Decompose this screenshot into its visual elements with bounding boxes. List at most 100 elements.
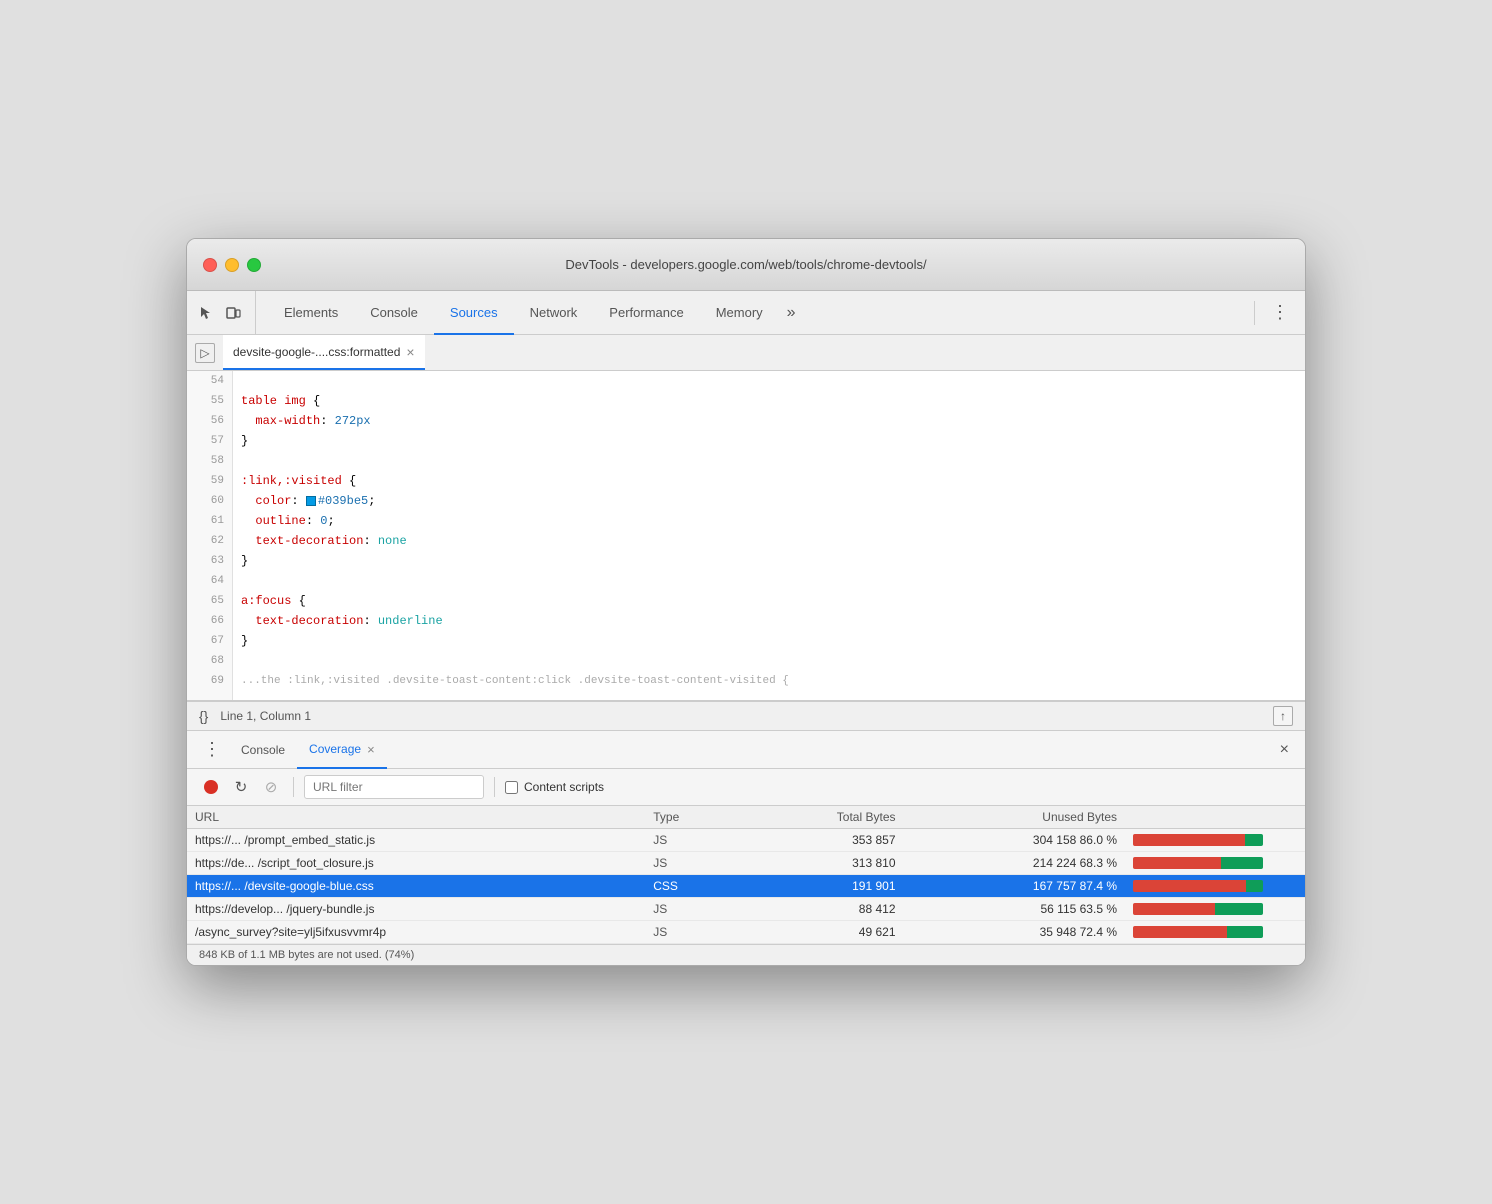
status-text: 848 KB of 1.1 MB bytes are not used. (74…: [199, 949, 414, 961]
tab-console-bottom[interactable]: Console: [229, 731, 297, 768]
col-url[interactable]: URL: [187, 806, 645, 829]
cell-total-bytes: 191 901: [738, 875, 903, 898]
table-row[interactable]: /async_survey?site=ylj5ifxusvvmr4p JS 49…: [187, 921, 1305, 944]
code-line: max-width: 272px: [241, 411, 1297, 431]
refresh-icon: ↻: [235, 778, 248, 796]
table-row[interactable]: https://develop... /jquery-bundle.js JS …: [187, 898, 1305, 921]
record-button[interactable]: [199, 775, 223, 799]
cell-total-bytes: 353 857: [738, 829, 903, 852]
col-bar: [1125, 806, 1305, 829]
code-line: color: #039be5;: [241, 491, 1297, 511]
tab-performance[interactable]: Performance: [593, 292, 699, 335]
tab-coverage[interactable]: Coverage ×: [297, 732, 387, 769]
bar-unused: [1245, 834, 1263, 846]
col-total-bytes[interactable]: Total Bytes: [738, 806, 903, 829]
tab-network[interactable]: Network: [514, 292, 594, 335]
close-panel-button[interactable]: ×: [1272, 737, 1297, 763]
panel-more-button[interactable]: ⋮: [195, 735, 229, 764]
minimize-button[interactable]: [225, 258, 239, 272]
more-tabs-button[interactable]: »: [779, 304, 804, 322]
code-line: [241, 371, 1297, 391]
code-line: [241, 451, 1297, 471]
cell-url: https://... /devsite-google-blue.css: [187, 875, 645, 898]
cell-type: CSS: [645, 875, 738, 898]
tab-console[interactable]: Console: [354, 292, 434, 335]
code-editor: 54 55 56 57 58 59 60 61 62 63 64 65 66 6…: [187, 371, 1305, 701]
devtools-menu-button[interactable]: ⋮: [1263, 298, 1297, 327]
cell-unused-bytes: 214 224 68.3 %: [904, 852, 1126, 875]
coverage-status-bar: 848 KB of 1.1 MB bytes are not used. (74…: [187, 944, 1305, 965]
cell-url: https://develop... /jquery-bundle.js: [187, 898, 645, 921]
separator: [293, 777, 294, 797]
code-line: ...the :link,:visited .devsite-toast-con…: [241, 671, 1297, 691]
clear-icon: ⊘: [265, 778, 278, 796]
bar-used: [1133, 834, 1245, 846]
code-line: table img {: [241, 391, 1297, 411]
code-line: [241, 651, 1297, 671]
code-line: }: [241, 631, 1297, 651]
table-row[interactable]: https://de... /script_foot_closure.js JS…: [187, 852, 1305, 875]
coverage-table-body: https://... /prompt_embed_static.js JS 3…: [187, 829, 1305, 944]
separator: [1254, 301, 1255, 325]
url-filter-input[interactable]: [304, 775, 484, 799]
close-coverage-tab[interactable]: ×: [367, 742, 375, 757]
main-tab-bar: Elements Console Sources Network Perform…: [187, 291, 1305, 335]
table-header: URL Type Total Bytes Unused Bytes: [187, 806, 1305, 829]
refresh-button[interactable]: ↻: [229, 775, 253, 799]
separator: [494, 777, 495, 797]
tab-sources[interactable]: Sources: [434, 292, 514, 335]
code-line: text-decoration: none: [241, 531, 1297, 551]
format-icon[interactable]: {}: [199, 708, 208, 724]
cell-bar: [1125, 875, 1305, 898]
cell-bar: [1125, 921, 1305, 944]
tab-bar-end: ⋮: [1246, 298, 1297, 327]
coverage-toolbar: ↻ ⊘ Content scripts: [187, 769, 1305, 806]
record-icon: [204, 780, 218, 794]
devtools-panel: Elements Console Sources Network Perform…: [187, 291, 1305, 965]
cell-unused-bytes: 304 158 86.0 %: [904, 829, 1126, 852]
col-type[interactable]: Type: [645, 806, 738, 829]
panel-toggle-icon[interactable]: ▷: [195, 343, 215, 363]
scroll-to-top-button[interactable]: ↑: [1273, 706, 1293, 726]
col-unused-bytes[interactable]: Unused Bytes: [904, 806, 1126, 829]
device-icon[interactable]: [223, 303, 243, 323]
content-scripts-checkbox-label[interactable]: Content scripts: [505, 780, 604, 794]
code-line: :link,:visited {: [241, 471, 1297, 491]
code-line: }: [241, 431, 1297, 451]
cursor-icon[interactable]: [195, 303, 215, 323]
clear-button[interactable]: ⊘: [259, 775, 283, 799]
code-line: text-decoration: underline: [241, 611, 1297, 631]
coverage-table-container: URL Type Total Bytes Unused Bytes https:…: [187, 806, 1305, 944]
cell-type: JS: [645, 829, 738, 852]
editor-status-bar: {} Line 1, Column 1 ↑: [187, 701, 1305, 731]
cell-total-bytes: 49 621: [738, 921, 903, 944]
cell-total-bytes: 313 810: [738, 852, 903, 875]
devtools-window: DevTools - developers.google.com/web/too…: [186, 238, 1306, 966]
table-row[interactable]: https://... /prompt_embed_static.js JS 3…: [187, 829, 1305, 852]
close-button[interactable]: [203, 258, 217, 272]
code-line: a:focus {: [241, 591, 1297, 611]
bar-used: [1133, 926, 1227, 938]
code-line: [241, 571, 1297, 591]
cell-url: /async_survey?site=ylj5ifxusvvmr4p: [187, 921, 645, 944]
code-content[interactable]: table img { max-width: 272px } :link,:vi…: [233, 371, 1305, 700]
bar-used: [1133, 880, 1246, 892]
file-tab-close[interactable]: ×: [406, 344, 414, 360]
tab-memory[interactable]: Memory: [700, 292, 779, 335]
file-tab-active[interactable]: devsite-google-....css:formatted ×: [223, 335, 425, 370]
table-row[interactable]: https://... /devsite-google-blue.css CSS…: [187, 875, 1305, 898]
tab-elements[interactable]: Elements: [268, 292, 354, 335]
line-numbers: 54 55 56 57 58 59 60 61 62 63 64 65 66 6…: [187, 371, 233, 700]
cell-unused-bytes: 35 948 72.4 %: [904, 921, 1126, 944]
code-line: }: [241, 551, 1297, 571]
bar-unused: [1215, 903, 1263, 915]
maximize-button[interactable]: [247, 258, 261, 272]
cell-type: JS: [645, 852, 738, 875]
content-scripts-checkbox[interactable]: [505, 781, 518, 794]
editor-position: Line 1, Column 1: [220, 709, 311, 723]
content-scripts-label: Content scripts: [524, 780, 604, 794]
cell-bar: [1125, 829, 1305, 852]
cell-bar: [1125, 898, 1305, 921]
file-tab-label: devsite-google-....css:formatted: [233, 345, 400, 359]
title-bar: DevTools - developers.google.com/web/too…: [187, 239, 1305, 291]
